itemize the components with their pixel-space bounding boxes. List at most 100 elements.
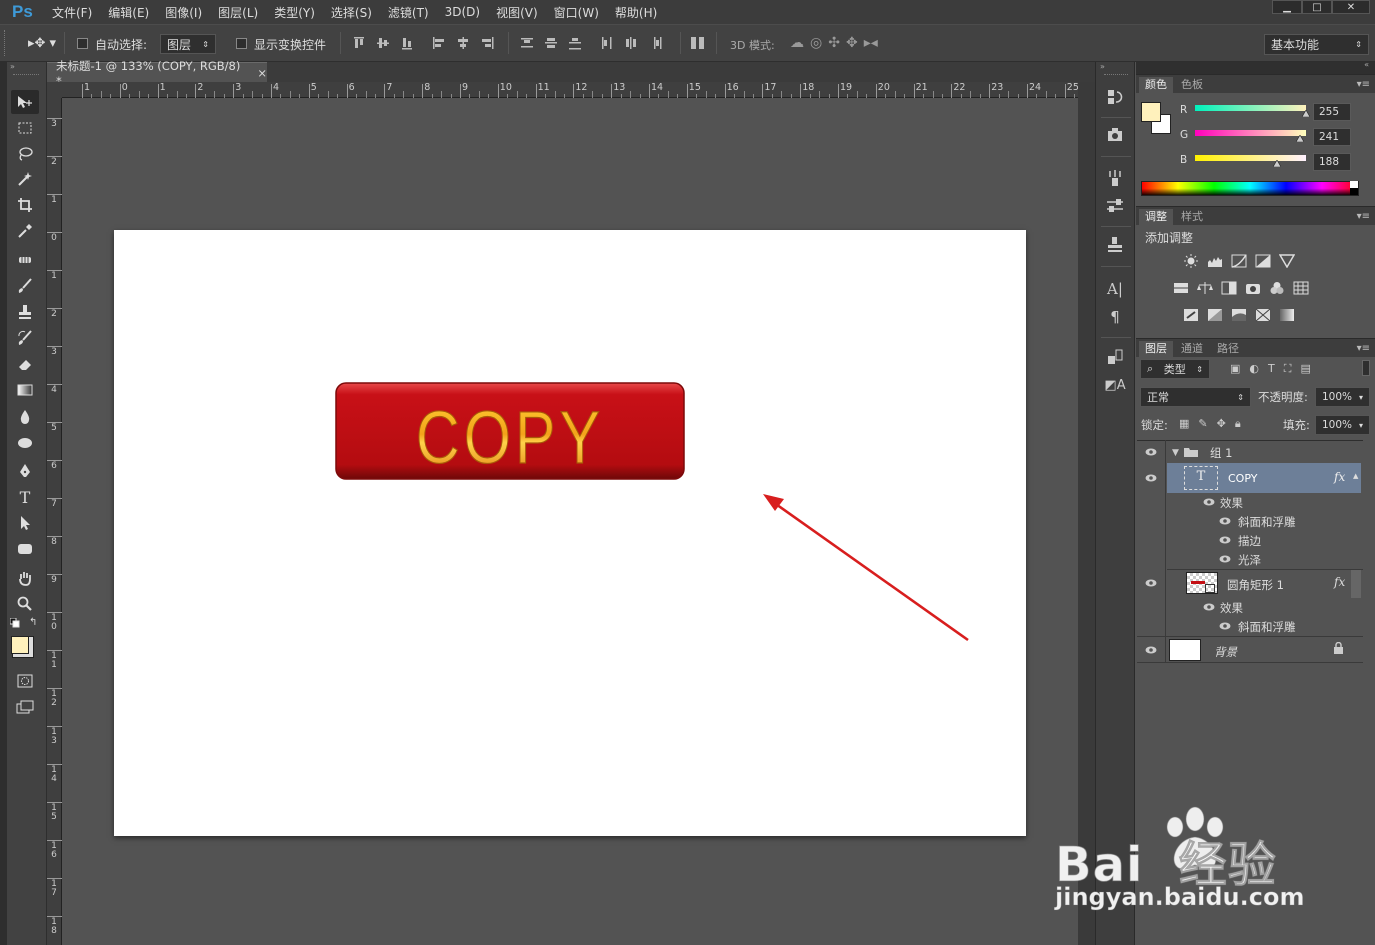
tab-layers[interactable]: 图层 [1139,341,1173,357]
channel-mixer-icon[interactable] [1269,281,1285,295]
brush-tool-icon[interactable] [11,274,39,298]
color-ramp[interactable] [1141,181,1359,196]
opacity-field[interactable]: 100% ▾ [1315,387,1370,407]
character-styles-icon[interactable] [1104,346,1126,368]
menu-layer[interactable]: 图层(L) [210,4,266,21]
ramp-white-chip[interactable] [1350,181,1358,188]
channel-g-slider[interactable] [1195,130,1306,136]
effect-satin[interactable]: 光泽 [1238,552,1261,568]
dodge-tool-icon[interactable] [11,431,39,455]
lock-position-icon[interactable]: ✥ [1217,417,1226,431]
color-lookup-icon[interactable] [1293,281,1309,295]
visibility-eye-icon[interactable] [1219,555,1231,563]
copy-button-graphic[interactable]: COPY [335,382,685,480]
posterize-icon[interactable] [1207,308,1223,322]
show-transform-checkbox[interactable] [236,38,247,52]
lock-image-icon[interactable]: ✎ [1198,417,1207,431]
effect-bevel[interactable]: 斜面和浮雕 [1238,619,1296,635]
chevron-down-icon[interactable]: ▾ [1359,421,1363,430]
3d-scale-icon[interactable]: ▸◂ [864,35,878,51]
visibility-eye-icon[interactable] [1219,536,1231,544]
brush-panel-icon[interactable] [1104,167,1126,189]
shape-tool-icon[interactable] [11,537,39,561]
visibility-eye-icon[interactable] [1145,448,1157,456]
document-tab[interactable]: 未标题-1 @ 133% (COPY, RGB/8) * × [47,59,267,88]
color-panel-fg-swatch[interactable] [1141,102,1161,122]
panel-menu-icon[interactable]: ▾≡ [1357,79,1370,90]
vertical-scrollbar[interactable] [1078,82,1095,945]
menu-3d[interactable]: 3D(D) [437,5,488,19]
collapse-panels-icon[interactable]: « [1364,60,1369,69]
auto-align-icon[interactable] [690,36,706,50]
quick-mask-icon[interactable] [11,669,39,693]
move-tool-icon[interactable] [11,90,39,114]
blend-mode-dropdown[interactable]: 正常 ⇕ [1140,387,1251,407]
gradient-tool-icon[interactable] [11,378,39,402]
menu-type[interactable]: 类型(Y) [266,4,323,21]
lasso-tool-icon[interactable] [11,142,39,166]
paragraph-styles-icon[interactable]: ◩A [1104,374,1126,396]
visibility-eye-icon[interactable] [1203,498,1215,506]
menu-help[interactable]: 帮助(H) [607,4,665,21]
panel-menu-icon[interactable]: ▾≡ [1357,343,1370,354]
tab-channels[interactable]: 通道 [1175,341,1209,357]
channel-b-slider[interactable] [1195,155,1306,161]
black-white-icon[interactable] [1221,281,1237,295]
align-bottom-icon[interactable] [400,36,414,50]
channel-r-value[interactable]: 255 [1313,103,1351,121]
layer-row-copy-scroll[interactable]: ▲ [1351,463,1361,493]
menu-file[interactable]: 文件(F) [44,4,100,21]
chevron-down-icon[interactable]: ▾ [1359,393,1363,402]
slider-knob-icon[interactable] [1272,160,1281,167]
selective-color-icon[interactable] [1255,308,1271,322]
default-colors-icon[interactable] [10,618,20,628]
crop-tool-icon[interactable] [11,193,39,217]
marquee-tool-icon[interactable] [11,116,39,140]
menu-view[interactable]: 视图(V) [488,4,546,21]
pen-tool-icon[interactable] [11,459,39,483]
clone-source-icon[interactable] [1104,234,1126,256]
clone-stamp-tool-icon[interactable] [11,300,39,324]
distribute-hcenter-icon[interactable] [624,36,638,50]
menu-window[interactable]: 窗口(W) [546,4,607,21]
3d-drag-icon[interactable]: ✣ [828,35,840,51]
visibility-eye-icon[interactable] [1145,579,1157,587]
tab-paths[interactable]: 路径 [1211,341,1245,357]
visibility-eye-icon[interactable] [1145,646,1157,654]
layers-scrollbar-thumb[interactable] [1351,570,1361,598]
brightness-contrast-icon[interactable] [1183,254,1199,268]
color-balance-icon[interactable] [1197,281,1213,295]
3d-rotate-icon[interactable]: ☁ [790,35,804,51]
levels-icon[interactable] [1207,254,1223,268]
magic-wand-tool-icon[interactable] [11,167,39,191]
photo-filter-icon[interactable] [1245,281,1261,295]
distribute-top-icon[interactable] [520,36,534,50]
distribute-vcenter-icon[interactable] [544,36,558,50]
effect-stroke[interactable]: 描边 [1238,533,1261,549]
visibility-eye-icon[interactable] [1145,474,1157,482]
info-panel-icon[interactable] [1104,124,1126,146]
healing-brush-tool-icon[interactable] [11,248,39,272]
hand-tool-icon[interactable] [11,566,39,590]
eyedropper-tool-icon[interactable] [11,219,39,243]
tab-styles[interactable]: 样式 [1175,209,1209,225]
close-tab-icon[interactable]: × [257,66,267,80]
tab-swatches[interactable]: 色板 [1175,77,1209,93]
close-icon[interactable]: ✕ [1332,0,1370,14]
brush-presets-icon[interactable] [1104,195,1126,217]
3d-roll-icon[interactable]: ◎ [810,35,822,51]
expand-dock-icon[interactable]: » [1100,62,1105,71]
move-tool-preset-icon[interactable]: ▸✥ ▾ [28,36,56,51]
distribute-left-icon[interactable] [600,36,614,50]
effect-bevel[interactable]: 斜面和浮雕 [1238,514,1296,530]
auto-select-checkbox[interactable] [77,38,88,52]
filter-shape-icon[interactable]: ⛶ [1284,362,1292,376]
3d-slide-icon[interactable]: ✥ [846,35,858,51]
channel-r-slider[interactable] [1195,105,1306,111]
paragraph-panel-icon[interactable]: ¶ [1104,306,1126,328]
slider-knob-icon[interactable] [1302,110,1310,117]
threshold-icon[interactable] [1231,308,1247,322]
filter-smart-object-icon[interactable]: ▤ [1300,362,1310,376]
history-brush-tool-icon[interactable] [11,326,39,350]
collapse-icon[interactable]: » [10,62,15,71]
